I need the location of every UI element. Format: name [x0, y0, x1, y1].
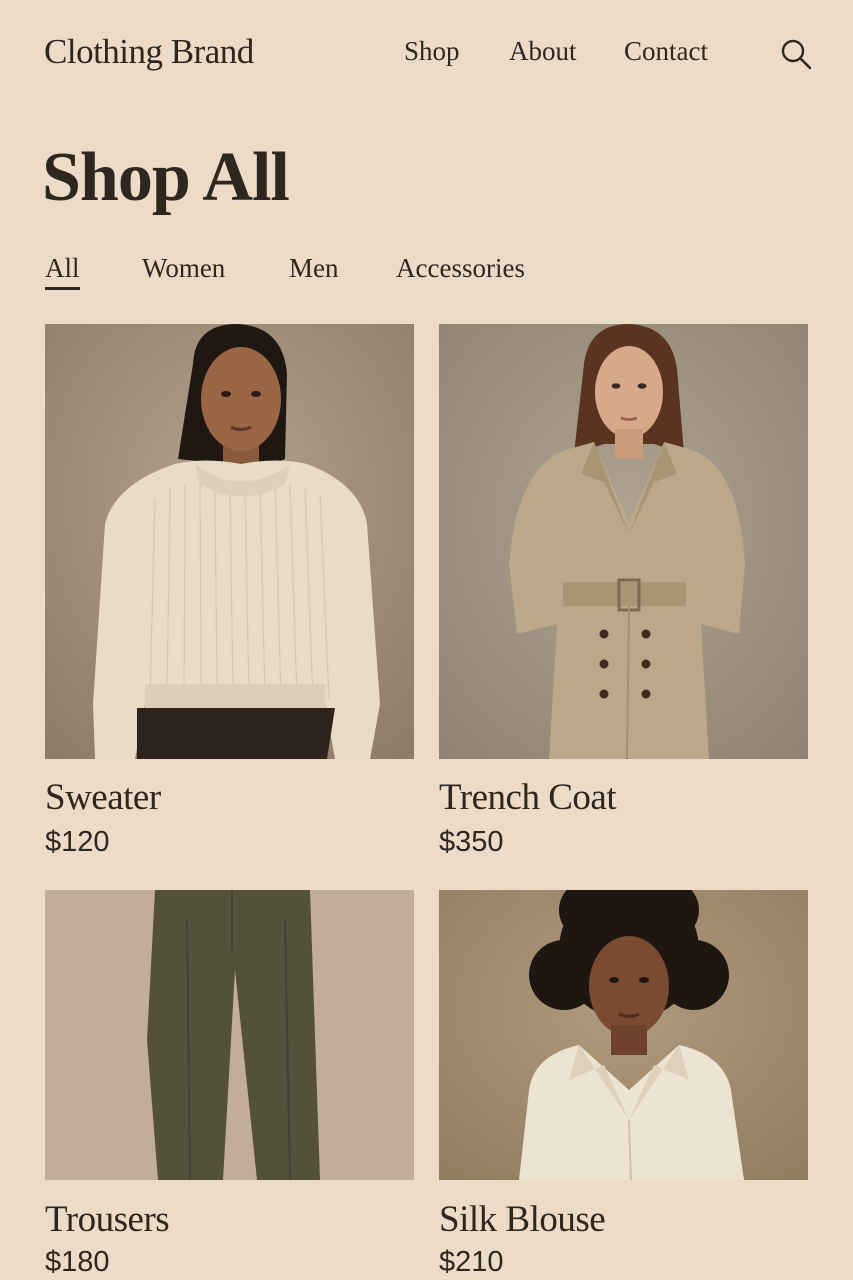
product-image-sweater[interactable] — [45, 324, 414, 759]
nav-link-shop[interactable]: Shop — [404, 36, 460, 67]
site-header: Clothing Brand Shop About Contact — [0, 0, 853, 110]
filter-tab-women[interactable]: Women — [142, 253, 225, 284]
filter-tab-accessories[interactable]: Accessories — [396, 253, 525, 284]
search-icon — [781, 39, 812, 70]
filter-tab-men[interactable]: Men — [289, 253, 339, 284]
product-price: $120 — [45, 826, 110, 858]
product-card-trousers[interactable]: Trousers $180 — [45, 890, 414, 1280]
product-name[interactable]: Sweater — [45, 776, 161, 819]
product-name[interactable]: Silk Blouse — [439, 1198, 606, 1241]
product-card-sweater[interactable]: Sweater $120 — [45, 324, 414, 864]
product-card-trench-coat[interactable]: Trench Coat $350 — [439, 324, 808, 864]
filter-tab-all[interactable]: All — [45, 253, 80, 290]
product-card-silk-blouse[interactable]: Silk Blouse $210 — [439, 890, 808, 1280]
product-name[interactable]: Trench Coat — [439, 776, 617, 819]
product-price: $210 — [439, 1246, 504, 1278]
search-button[interactable] — [779, 37, 813, 71]
product-price: $350 — [439, 826, 504, 858]
nav-link-contact[interactable]: Contact — [624, 36, 708, 67]
product-image-silk-blouse[interactable] — [439, 890, 808, 1180]
product-image-trench-coat[interactable] — [439, 324, 808, 759]
page-title: Shop All — [42, 139, 290, 216]
brand-logo[interactable]: Clothing Brand — [44, 32, 254, 72]
nav-link-about[interactable]: About — [509, 36, 577, 67]
product-name[interactable]: Trousers — [45, 1198, 170, 1241]
product-image-trousers[interactable] — [45, 890, 414, 1180]
product-price: $180 — [45, 1246, 110, 1278]
